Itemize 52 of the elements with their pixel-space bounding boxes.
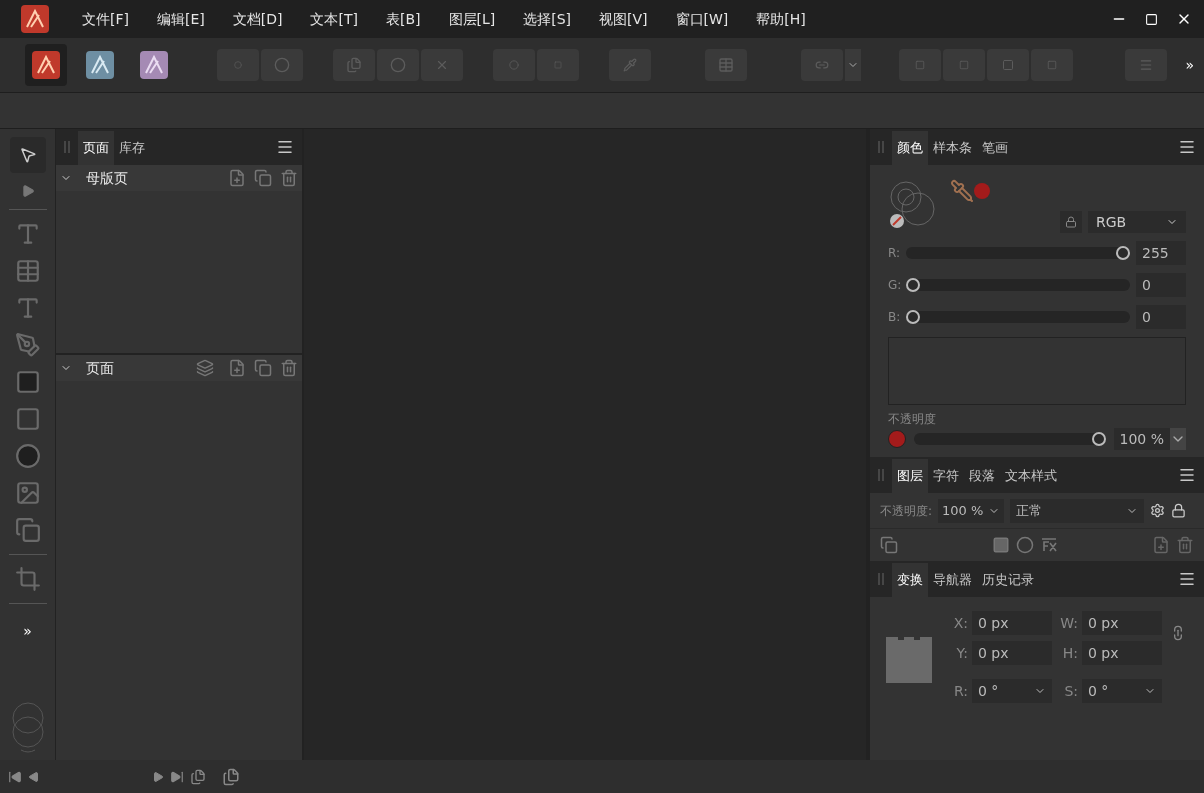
menu-item[interactable]: 视图[V]	[587, 8, 660, 30]
panel-tab[interactable]: 样本条	[928, 131, 977, 165]
section-title: 页面	[86, 358, 114, 378]
field-label: R:	[953, 681, 968, 701]
menu-item[interactable]: 图层[L]	[436, 8, 508, 30]
section-header[interactable]: 页面	[56, 355, 302, 381]
menu-item[interactable]: 编辑[E]	[145, 8, 217, 30]
input-field[interactable]: 0 px	[1082, 611, 1162, 635]
menu-item[interactable]: 选择[S]	[511, 8, 584, 30]
panel-tab[interactable]: 颜色	[892, 131, 928, 165]
section-header[interactable]: 母版页	[56, 165, 302, 191]
blend-mode-dropdown[interactable]: 正常	[1010, 498, 1145, 523]
opacity-value[interactable]: 100 %	[1113, 428, 1170, 450]
panel-tab[interactable]: 变换	[892, 563, 928, 597]
angle-dropdown[interactable]: 0 °	[972, 679, 1052, 703]
channel-value[interactable]: 0	[1136, 273, 1186, 297]
panel-tab[interactable]: 导航器	[928, 563, 977, 597]
panel-tab[interactable]: 库存	[114, 131, 150, 165]
field-label: S:	[1063, 681, 1078, 701]
opacity-label: 不透明度:	[880, 502, 933, 520]
section-title: 母版页	[86, 168, 128, 188]
menu-item[interactable]: 表[B]	[373, 8, 433, 30]
channel-label: G:	[888, 277, 903, 294]
menu-item[interactable]: 文档[D]	[220, 8, 295, 30]
panel-tab[interactable]: 笔画	[977, 131, 1013, 165]
input-field[interactable]: 0 px	[1082, 641, 1162, 665]
panel-tab[interactable]: 字符	[928, 459, 964, 493]
opacity-label: 不透明度	[888, 411, 937, 428]
panel-tab[interactable]: 页面	[78, 131, 114, 165]
channel-label: R:	[888, 245, 901, 262]
input-field[interactable]: 0 px	[972, 611, 1052, 635]
angle-dropdown[interactable]: 0 °	[1082, 679, 1162, 703]
color-model-dropdown[interactable]: RGB	[1088, 211, 1186, 233]
channel-value[interactable]: 0	[1136, 305, 1186, 329]
menu-item[interactable]: 帮助[H]	[744, 8, 818, 30]
field-label: W:	[1059, 613, 1078, 633]
panel-tab[interactable]: 图层	[892, 459, 928, 493]
menu-item[interactable]: 文件[F]	[70, 8, 141, 30]
menu-item[interactable]: 文本[T]	[298, 8, 370, 30]
overflow-button[interactable]: »	[1185, 54, 1194, 76]
channel-label: B:	[888, 309, 902, 326]
opacity-dropdown[interactable]: 100 %	[938, 498, 1005, 523]
panel-tab[interactable]: 段落	[964, 459, 1000, 493]
field-label: X:	[952, 613, 968, 633]
menu-item[interactable]: 窗口[W]	[663, 8, 741, 30]
field-label: H:	[1061, 643, 1078, 663]
channel-value[interactable]: 255	[1136, 241, 1186, 265]
more-tools-button[interactable]: »	[23, 621, 32, 642]
input-field[interactable]: 0 px	[972, 641, 1052, 665]
panel-tab[interactable]: 历史记录	[977, 563, 1039, 597]
field-label: Y:	[955, 643, 968, 663]
panel-tab[interactable]: 文本样式	[1000, 459, 1062, 493]
